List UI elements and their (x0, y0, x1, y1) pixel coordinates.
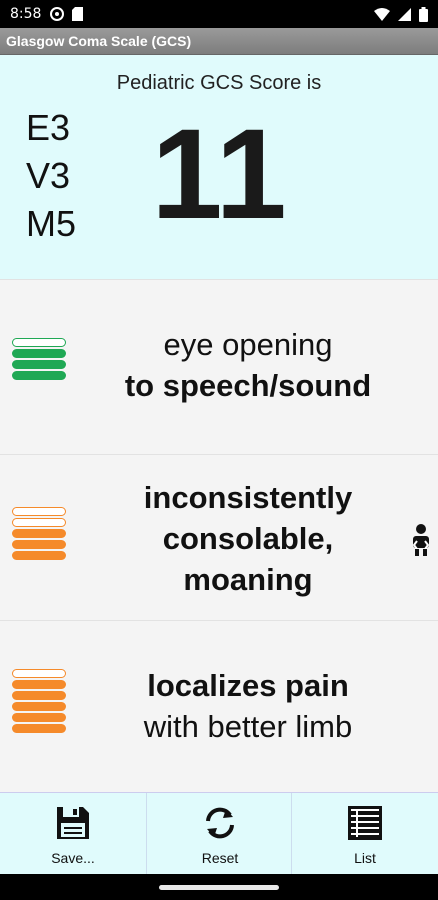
motor-response-row[interactable]: localizes pain with better limb (0, 620, 438, 792)
wifi-icon (374, 8, 390, 21)
level-bar-filled (12, 529, 66, 538)
level-bar-filled (12, 551, 66, 560)
home-gesture-handle[interactable] (159, 885, 279, 890)
reset-label: Reset (201, 850, 239, 866)
level-bar-filled (12, 724, 66, 733)
bottom-toolbar: Save... Reset List (0, 792, 438, 875)
level-bar-filled (12, 713, 66, 722)
level-bar-filled (12, 371, 66, 380)
level-bar-filled (12, 349, 66, 358)
status-icons-right (374, 7, 428, 22)
verbal-response-row[interactable]: inconsistently consolable, moaning (0, 454, 438, 620)
level-bar-filled (12, 360, 66, 369)
app-title-bar: Glasgow Coma Scale (GCS) (0, 28, 438, 55)
eye-opening-row[interactable]: eye opening to speech/sound (0, 279, 438, 454)
eye-response-label: to speech/sound (124, 368, 372, 404)
motor-response-text: localizes pain with better limb (78, 665, 418, 747)
verbal-response-line1: inconsistently (143, 480, 353, 515)
motor-level-bars (12, 669, 66, 733)
level-bar-empty (12, 338, 66, 347)
list-icon (348, 806, 382, 840)
save-label: Save... (51, 850, 95, 866)
sim-card-icon (72, 7, 83, 21)
signal-icon (398, 8, 411, 21)
level-bar-empty (12, 518, 66, 527)
refresh-icon (206, 807, 234, 839)
eye-category-label: eye opening (163, 327, 333, 362)
level-bar-empty (12, 507, 66, 516)
navigation-bar (0, 874, 438, 900)
score-panel: Pediatric GCS Score is E3 V3 M5 11 (0, 55, 438, 279)
level-bar-filled (12, 691, 66, 700)
level-bar-filled (12, 702, 66, 711)
status-bar: 8:58 (0, 0, 438, 28)
list-button[interactable]: List (292, 793, 438, 875)
child-icon[interactable] (408, 523, 434, 557)
verbal-response-line3: moaning (183, 562, 313, 598)
status-icons-left (50, 7, 83, 21)
motor-response-line1: localizes pain (147, 668, 349, 703)
floppy-disk-icon (57, 807, 89, 839)
verbal-response-line2: consolable, (162, 521, 334, 557)
save-button[interactable]: Save... (0, 793, 146, 875)
battery-icon (419, 7, 428, 22)
level-bar-empty (12, 669, 66, 678)
total-score: 11 (151, 103, 287, 246)
level-bar-filled (12, 540, 66, 549)
score-heading: Pediatric GCS Score is (116, 72, 322, 94)
verbal-response-text: inconsistently consolable, moaning (78, 477, 418, 601)
motor-response-line2: with better limb (143, 709, 353, 745)
level-bar-filled (12, 680, 66, 689)
eye-level-bars (12, 338, 66, 380)
list-label: List (354, 850, 376, 866)
reset-button[interactable]: Reset (146, 793, 292, 875)
settings-notification-icon (50, 7, 64, 21)
app-title: Glasgow Coma Scale (GCS) (6, 33, 192, 49)
verbal-level-bars (12, 507, 66, 560)
status-time: 8:58 (10, 6, 42, 22)
eye-response-text: eye opening to speech/sound (78, 324, 418, 406)
